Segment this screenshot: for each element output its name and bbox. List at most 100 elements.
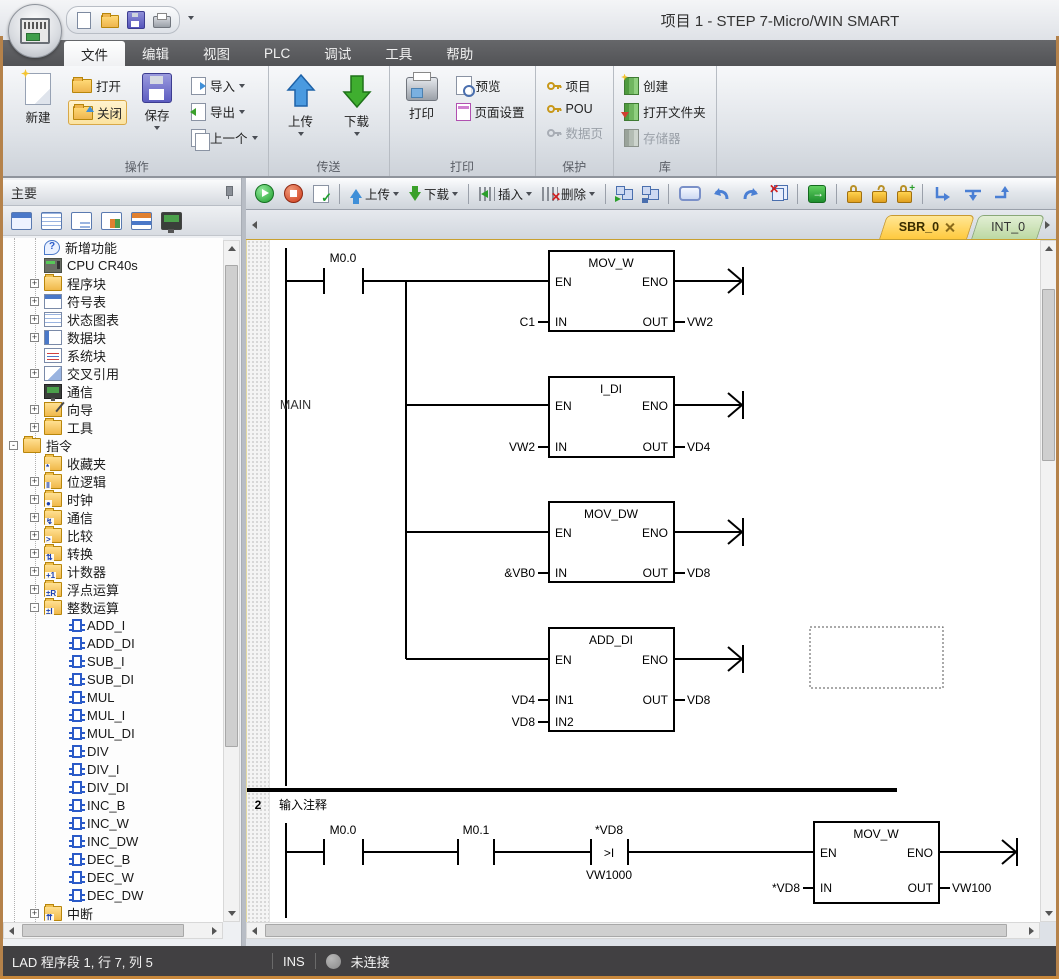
sidebar-horizontal-scrollbar[interactable]: [3, 922, 223, 939]
tree-item-symbol-table[interactable]: +符号表: [3, 292, 223, 310]
menu-tools[interactable]: 工具: [368, 40, 429, 66]
tree-item-compare[interactable]: +>比较: [3, 526, 223, 544]
tree-item-integer-math[interactable]: -±I整数运算: [3, 598, 223, 616]
menu-debug[interactable]: 调试: [307, 40, 368, 66]
app-menu-button[interactable]: [8, 4, 62, 58]
save-button[interactable]: 保存: [131, 70, 183, 133]
instruction-block-i-di[interactable]: I_DI EN ENO VW2 IN OUT VD4: [509, 377, 711, 457]
dropdown-arrow-icon[interactable]: [298, 132, 304, 136]
protect-pou-button[interactable]: POU: [542, 100, 608, 118]
scroll-up-arrow[interactable]: [224, 241, 239, 256]
tree-item-wizards[interactable]: +向导: [3, 400, 223, 418]
tree-item-clock[interactable]: +●时钟: [3, 490, 223, 508]
tree-item-tools[interactable]: +工具: [3, 418, 223, 436]
tree-item-inc-dw[interactable]: INC_DW: [3, 832, 223, 850]
tree-item-favorites[interactable]: *收藏夹: [3, 454, 223, 472]
expand-icon[interactable]: +: [30, 333, 39, 342]
expand-icon[interactable]: +: [30, 423, 39, 432]
dropdown-arrow-icon[interactable]: [589, 192, 595, 196]
editor-vertical-scrollbar[interactable]: [1040, 240, 1057, 922]
tree-item-status-chart[interactable]: +状态图表: [3, 310, 223, 328]
tab-int-0[interactable]: INT_0: [975, 215, 1041, 239]
tab-sbr-0[interactable]: SBR_0: [883, 215, 971, 239]
stop-button[interactable]: [281, 182, 306, 205]
tree-item-div[interactable]: DIV: [3, 742, 223, 760]
tree-item-dec-w[interactable]: DEC_W: [3, 868, 223, 886]
scroll-right-arrow[interactable]: [1024, 923, 1039, 938]
program-block-view-icon[interactable]: [11, 212, 32, 230]
scroll-up-arrow[interactable]: [1041, 241, 1056, 256]
contact-m0-1[interactable]: M0.1: [458, 823, 494, 865]
tree-item-convert[interactable]: +⇅转换: [3, 544, 223, 562]
compile-button[interactable]: [310, 183, 332, 205]
tab-scroll-right-icon[interactable]: [1043, 214, 1052, 236]
expand-icon[interactable]: +: [30, 315, 39, 324]
tree-item-cpu[interactable]: CPU CR40s: [3, 256, 223, 274]
expand-icon[interactable]: +: [30, 297, 39, 306]
expand-icon[interactable]: +: [30, 567, 39, 576]
library-create-button[interactable]: 创建: [620, 74, 710, 97]
dropdown-arrow-icon[interactable]: [239, 110, 245, 114]
selection-box[interactable]: [810, 627, 943, 688]
dropdown-arrow-icon[interactable]: [393, 192, 399, 196]
redo-button[interactable]: [738, 184, 764, 204]
download-toolbar-button[interactable]: 下载: [406, 182, 461, 205]
scroll-left-arrow[interactable]: [4, 923, 19, 938]
close-tab-icon[interactable]: [945, 222, 955, 232]
symbol-table-view-icon[interactable]: [41, 212, 62, 230]
new-document-icon[interactable]: [77, 12, 91, 29]
collapse-icon[interactable]: -: [9, 441, 18, 450]
branch-up-button[interactable]: [990, 183, 1016, 205]
pause-status-button[interactable]: [639, 184, 661, 203]
menu-help[interactable]: 帮助: [429, 40, 490, 66]
instruction-block-mov-w-2[interactable]: MOV_W EN ENO *VD8 IN OUT VW100: [772, 822, 992, 903]
tree-item-interrupt[interactable]: +⇈中断: [3, 904, 223, 922]
collapse-icon[interactable]: -: [30, 603, 39, 612]
box-instruction-button[interactable]: [676, 184, 704, 203]
instruction-block-mov-w[interactable]: MOV_W EN ENO C1 IN OUT VW2: [520, 251, 714, 331]
scrollbar-thumb[interactable]: [22, 924, 184, 937]
expand-icon[interactable]: +: [30, 279, 39, 288]
tree-item-new-features[interactable]: ?新增功能: [3, 238, 223, 256]
tree-item-mul[interactable]: MUL: [3, 688, 223, 706]
menu-view[interactable]: 视图: [186, 40, 247, 66]
goto-button[interactable]: [805, 183, 829, 205]
sidebar-vertical-scrollbar[interactable]: [223, 240, 240, 922]
scroll-down-arrow[interactable]: [224, 906, 239, 921]
clear-pages-button[interactable]: [768, 184, 790, 203]
print-icon[interactable]: [153, 16, 171, 28]
tree-item-mul-i[interactable]: MUL_I: [3, 706, 223, 724]
customize-quick-access-icon[interactable]: [188, 16, 194, 20]
expand-icon[interactable]: +: [30, 531, 39, 540]
dropdown-arrow-icon[interactable]: [452, 192, 458, 196]
scroll-right-arrow[interactable]: [207, 923, 222, 938]
import-button[interactable]: 导入: [187, 74, 262, 97]
tree-item-inc-w[interactable]: INC_W: [3, 814, 223, 832]
network-comment[interactable]: 输入注释: [279, 797, 327, 812]
instruction-block-mov-dw[interactable]: MOV_DW EN ENO &VB0 IN OUT VD8: [504, 502, 710, 582]
tree-item-communications[interactable]: 通信: [3, 382, 223, 400]
menu-file[interactable]: 文件: [64, 41, 125, 66]
dropdown-arrow-icon[interactable]: [526, 192, 532, 196]
download-button[interactable]: 下载: [331, 70, 383, 139]
tree-item-floating-point-math[interactable]: +±R浮点运算: [3, 580, 223, 598]
upload-button[interactable]: 上传: [275, 70, 327, 139]
tree-item-instructions[interactable]: -指令: [3, 436, 223, 454]
menu-plc[interactable]: PLC: [247, 40, 307, 66]
branch-right-button[interactable]: [930, 183, 956, 205]
cross-reference-view-icon[interactable]: [131, 212, 152, 230]
unlock-button[interactable]: [869, 182, 890, 205]
ladder-editor-canvas[interactable]: M0.0 MOV_W EN ENO: [246, 240, 1041, 922]
run-button[interactable]: [252, 182, 277, 205]
contact-m0-0[interactable]: M0.0: [324, 251, 363, 294]
dropdown-arrow-icon[interactable]: [239, 84, 245, 88]
expand-icon[interactable]: +: [30, 405, 39, 414]
add-lock-button[interactable]: [894, 182, 915, 205]
expand-icon[interactable]: +: [30, 549, 39, 558]
scrollbar-thumb[interactable]: [265, 924, 1007, 937]
contact-m0-0[interactable]: M0.0: [324, 823, 363, 865]
tree-item-add-di[interactable]: ADD_DI: [3, 634, 223, 652]
close-button[interactable]: 关闭: [68, 100, 127, 125]
preview-button[interactable]: 预览: [452, 74, 529, 97]
expand-icon[interactable]: +: [30, 585, 39, 594]
